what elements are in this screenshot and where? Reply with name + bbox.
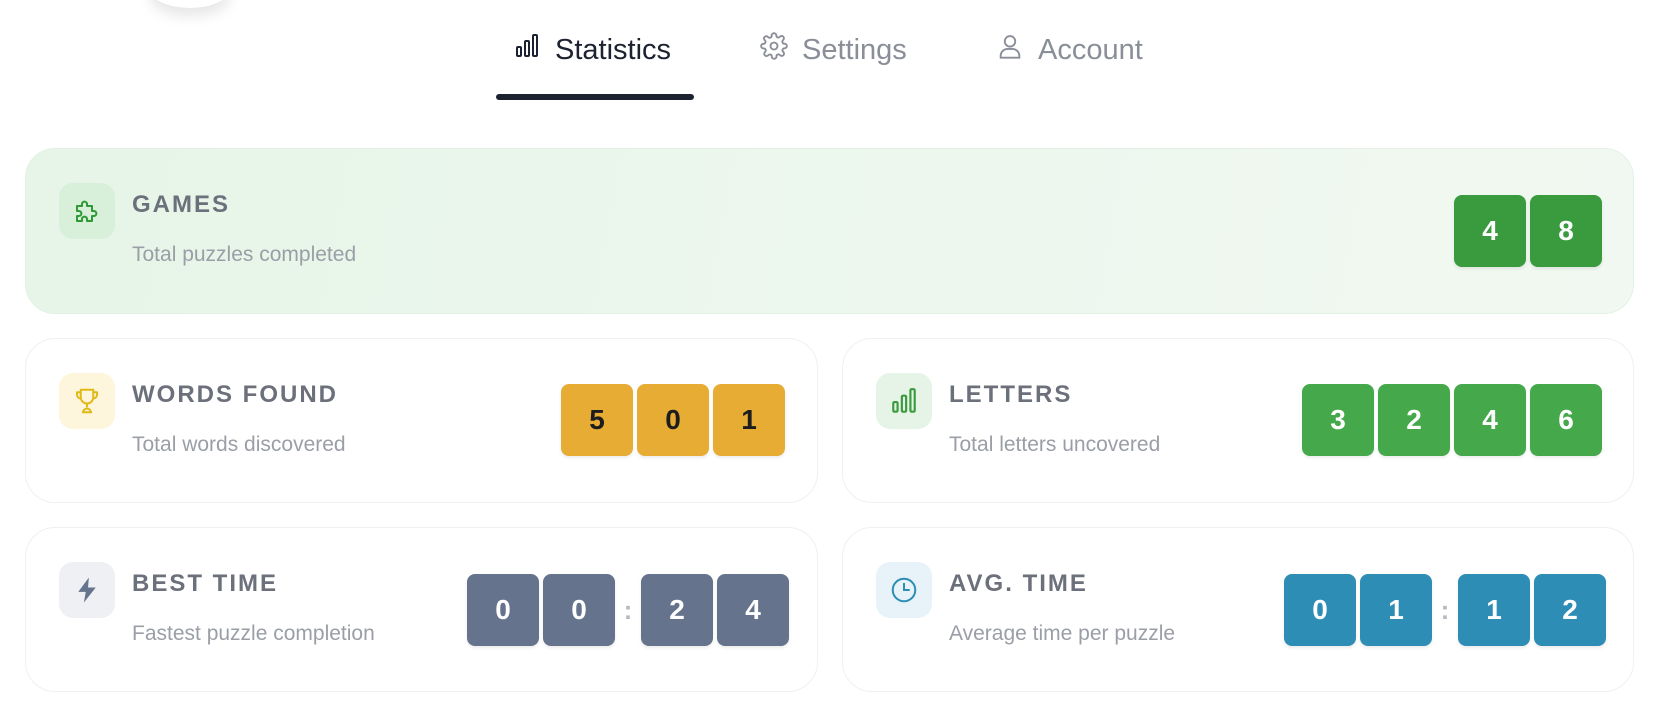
clock-icon [876, 562, 932, 618]
tab-account-label: Account [1038, 33, 1143, 66]
games-title: GAMES [132, 191, 231, 218]
avg-time-digit: 2 [1534, 574, 1606, 646]
avg-time-digit: 1 [1458, 574, 1530, 646]
words-digit: 0 [637, 384, 709, 456]
active-tab-indicator [496, 94, 694, 100]
words-found-title: WORDS FOUND [132, 381, 338, 408]
games-digit: 8 [1530, 195, 1602, 267]
best-time-title: BEST TIME [132, 570, 279, 597]
tab-settings-label: Settings [802, 33, 907, 66]
words-found-subtitle: Total words discovered [132, 433, 346, 456]
tab-settings[interactable]: Settings [760, 28, 907, 72]
best-time-counter: 0 0 : 2 4 [467, 574, 789, 646]
avg-time-subtitle: Average time per puzzle [949, 622, 1176, 645]
bar-chart-icon [876, 373, 932, 429]
bar-chart-icon [513, 32, 541, 68]
best-time-digit: 0 [467, 574, 539, 646]
letters-counter: 3 2 4 6 [1302, 384, 1602, 456]
words-found-card: WORDS FOUND Total words discovered 5 0 1 [25, 338, 818, 503]
puzzle-icon [59, 183, 115, 239]
tab-account[interactable]: Account [996, 28, 1143, 72]
best-time-digit: 0 [543, 574, 615, 646]
time-separator: : [623, 594, 633, 625]
letters-card: LETTERS Total letters uncovered 3 2 4 6 [842, 338, 1634, 503]
best-time-subtitle: Fastest puzzle completion [132, 622, 375, 645]
tab-bar: Statistics Settings Account [0, 0, 1656, 100]
games-digit: 4 [1454, 195, 1526, 267]
avg-time-digit: 1 [1360, 574, 1432, 646]
user-icon [996, 32, 1024, 68]
avg-time-counter: 0 1 : 1 2 [1284, 574, 1606, 646]
statistics-page: Statistics Settings Account GAMES Total … [0, 0, 1656, 718]
letters-digit: 2 [1378, 384, 1450, 456]
letters-digit: 4 [1454, 384, 1526, 456]
words-found-counter: 5 0 1 [561, 384, 785, 456]
letters-subtitle: Total letters uncovered [949, 433, 1161, 456]
letters-digit: 3 [1302, 384, 1374, 456]
best-time-digit: 4 [717, 574, 789, 646]
avg-time-digit: 0 [1284, 574, 1356, 646]
best-time-digit: 2 [641, 574, 713, 646]
letters-title: LETTERS [949, 381, 1073, 408]
trophy-icon [59, 373, 115, 429]
tab-statistics-label: Statistics [555, 33, 672, 66]
avg-time-title: AVG. TIME [949, 570, 1088, 597]
games-card: GAMES Total puzzles completed 4 8 [25, 148, 1634, 314]
best-time-card: BEST TIME Fastest puzzle completion 0 0 … [25, 527, 818, 692]
lightning-icon [59, 562, 115, 618]
words-digit: 5 [561, 384, 633, 456]
tab-statistics[interactable]: Statistics [513, 28, 671, 72]
letters-digit: 6 [1530, 384, 1602, 456]
time-separator: : [1440, 594, 1450, 625]
words-digit: 1 [713, 384, 785, 456]
gear-icon [760, 32, 788, 68]
games-subtitle: Total puzzles completed [132, 243, 357, 266]
avg-time-card: AVG. TIME Average time per puzzle 0 1 : … [842, 527, 1634, 692]
games-counter: 4 8 [1454, 195, 1602, 267]
